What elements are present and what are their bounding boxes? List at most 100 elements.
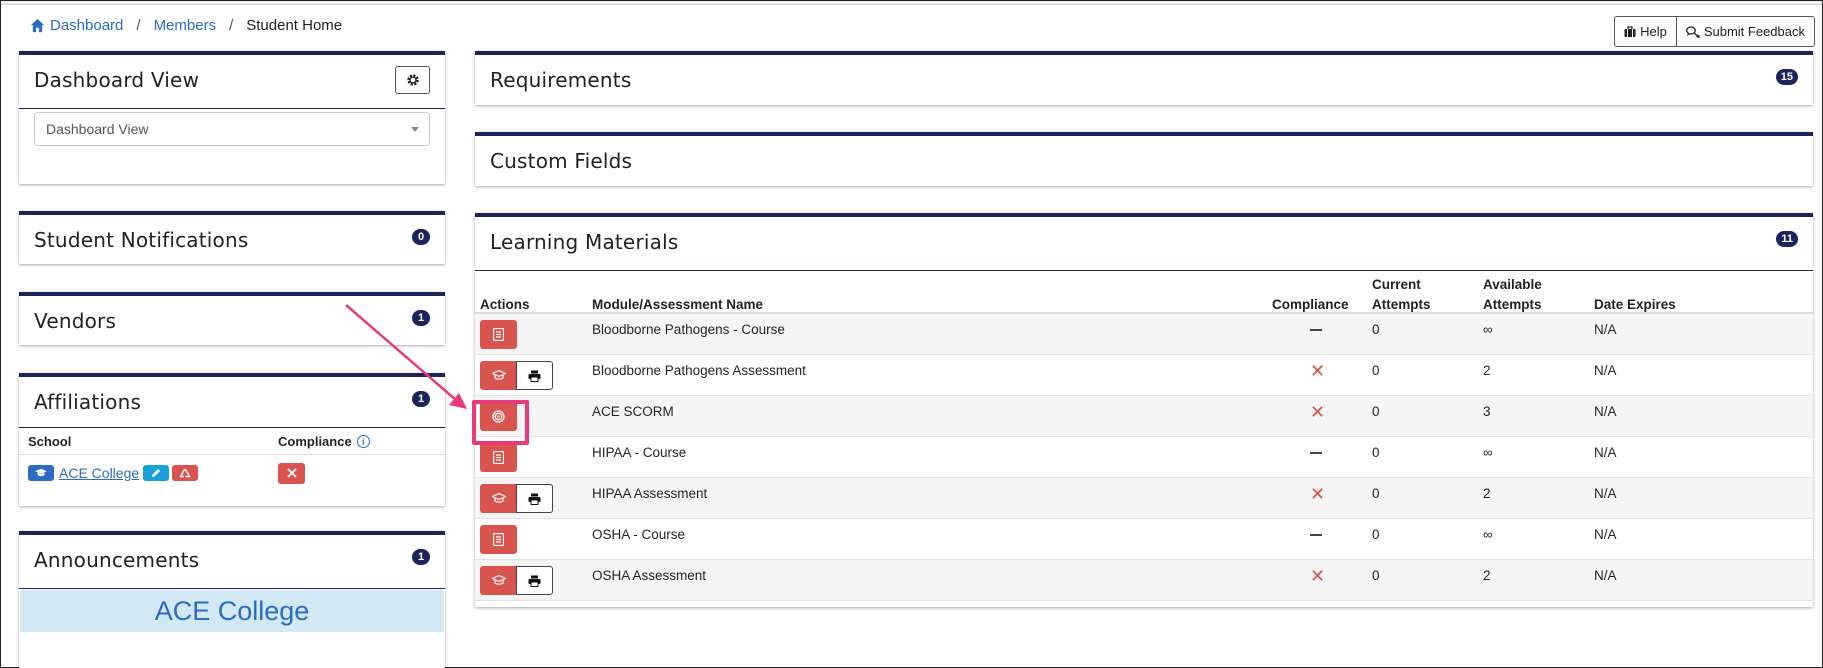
card-divider [19,108,445,109]
dash-icon [1310,534,1322,537]
available-attempts: 3 [1483,404,1491,419]
submit-feedback-button[interactable]: Submit Feedback [1675,17,1814,46]
book-icon [493,533,504,546]
compliance-header-cell: Compliance i [278,434,445,449]
compliance-header: Compliance [278,434,352,449]
table-row: HIPAA Assessment ✕ 0 2 N/A [475,478,1813,519]
requirements-title: Requirements [490,68,632,92]
table-row: ACE SCORM ✕ 0 3 N/A [475,396,1813,437]
compliance-status: ✕ [1310,485,1325,503]
home-icon [30,18,45,33]
view-course-button[interactable] [480,320,517,349]
breadcrumb-dashboard-link[interactable]: Dashboard [50,17,123,34]
breadcrumb-separator: / [229,17,234,34]
feedback-label: Submit Feedback [1703,24,1805,39]
date-expires: N/A [1594,322,1617,337]
actions-cell [480,361,553,390]
notifications-count-badge: 0 [412,229,430,245]
announcements-title: Announcements [34,548,200,572]
help-button[interactable]: Help [1615,17,1676,46]
print-button[interactable] [516,484,553,513]
current-attempts: 0 [1372,568,1380,583]
affiliations-title: Affiliations [34,390,142,414]
not-compliant-button[interactable] [278,462,305,484]
vendors-card[interactable]: Vendors 1 [19,292,445,345]
graduation-cap-icon [491,493,506,503]
card-divider [19,427,445,428]
briefcase-icon [1624,25,1636,37]
take-assessment-button[interactable] [480,566,517,595]
learning-materials-table-header: Actions Module/Assessment Name Complianc… [475,272,1813,314]
take-assessment-button[interactable] [480,484,517,513]
graduation-cap-button[interactable] [28,465,54,481]
compliance-status: ✕ [1310,403,1325,421]
date-expires: N/A [1594,568,1617,583]
affiliations-table-header: School Compliance i [19,429,445,455]
date-expires: N/A [1594,404,1617,419]
current-attempts: 0 [1372,322,1380,337]
announcement-banner: ACE College [20,590,444,632]
compliance-status: ✕ [1310,361,1326,381]
school-link[interactable]: ACE College [59,465,139,481]
edit-button[interactable] [143,465,170,481]
table-row: HIPAA - Course 0 ∞ N/A [475,437,1813,478]
module-name: OSHA Assessment [592,568,707,583]
breadcrumb: Dashboard / Members / Student Home [30,17,342,34]
printer-icon [528,493,541,505]
current-attempts: 0 [1372,486,1380,501]
available-attempts: 2 [1483,486,1491,501]
learning-materials-count-badge: 11 [1776,231,1798,247]
pencil-icon [152,469,161,477]
current-attempts: 0 [1372,527,1380,542]
take-assessment-button[interactable] [480,361,517,390]
compliance-status [1310,527,1322,542]
available-attempts: ∞ [1483,527,1493,542]
recycle-button[interactable] [172,465,199,481]
comments-icon [1685,25,1700,38]
view-course-button[interactable] [480,525,517,554]
dashboard-view-select-value: Dashboard View [46,121,149,137]
affiliations-card: Affiliations 1 School Compliance i ACE C… [19,373,445,506]
book-icon [493,451,504,464]
learning-materials-table: Actions Module/Assessment Name Complianc… [475,272,1813,601]
module-name: OSHA - Course [592,527,686,542]
module-name: ACE SCORM [592,404,674,419]
printer-icon [528,575,541,587]
breadcrumb-members-link[interactable]: Members [154,17,217,34]
graduation-cap-icon [491,575,506,585]
actions-header: Actions [480,297,530,312]
dashboard-settings-button[interactable] [395,66,430,94]
print-button[interactable] [516,361,553,390]
vendors-count-badge: 1 [412,310,430,326]
student-notifications-card[interactable]: Student Notifications 0 [19,211,445,264]
dashboard-view-select[interactable]: Dashboard View [34,112,430,146]
view-course-button[interactable] [480,443,517,472]
date-expires: N/A [1594,445,1617,460]
dash-icon [1310,329,1322,332]
chevron-down-icon [411,127,419,132]
school-header: School [28,434,72,449]
learning-materials-card: Learning Materials 11 Actions Module/Ass… [475,213,1813,607]
requirements-card[interactable]: Requirements 15 [475,51,1813,105]
table-row: OSHA Assessment ✕ 0 2 N/A [475,560,1813,601]
module-name: Bloodborne Pathogens Assessment [592,363,806,378]
graduation-cap-icon [491,370,506,380]
module-name: Bloodborne Pathogens - Course [592,322,785,337]
affiliations-table: School Compliance i ACE College [19,429,445,491]
print-button[interactable] [516,566,553,595]
actions-cell [480,484,553,513]
card-divider [475,270,1813,271]
custom-fields-card[interactable]: Custom Fields [475,132,1813,186]
info-icon[interactable]: i [356,435,370,448]
dash-icon [1310,452,1322,455]
printer-icon [528,370,541,382]
compliance-header: Compliance [1272,297,1349,312]
actions-cell [480,443,517,472]
current-attempts-header-line2: Attempts [1372,297,1431,312]
module-name: HIPAA Assessment [592,486,708,501]
breadcrumb-separator: / [136,17,141,34]
available-attempts: 2 [1483,568,1491,583]
close-icon: ✕ [1310,361,1326,381]
available-attempts-header-line1: Available [1483,277,1542,292]
highlight-box [472,400,529,445]
